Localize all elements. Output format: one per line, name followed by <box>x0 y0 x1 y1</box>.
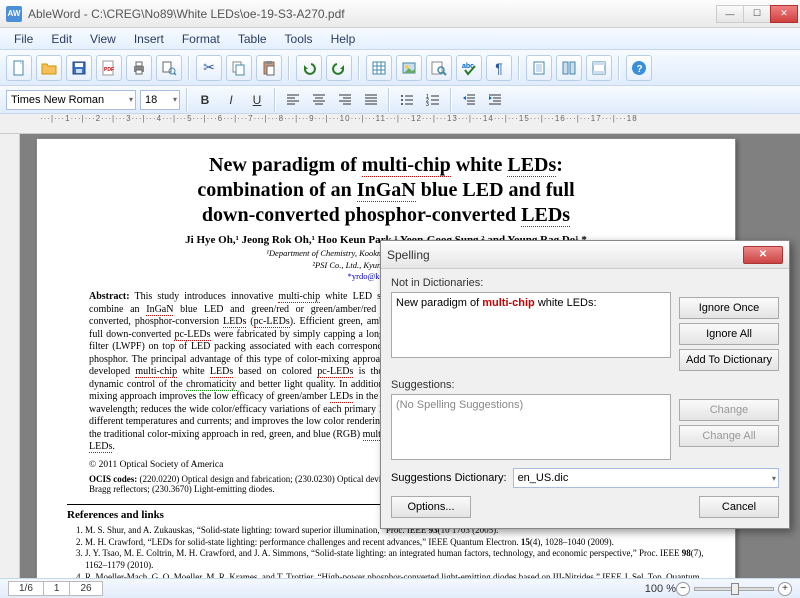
menu-edit[interactable]: Edit <box>43 29 80 49</box>
page-setup-icon[interactable] <box>526 55 552 81</box>
not-in-dict-label: Not in Dictionaries: <box>391 277 671 289</box>
font-size-combo[interactable]: 18 <box>140 90 180 110</box>
doc-ocis[interactable]: OCIS codes: (220.0220) Optical design an… <box>89 474 429 494</box>
standard-toolbar: PDF ✂ abc ¶ ? <box>0 50 800 86</box>
ignore-all-button[interactable]: Ignore All <box>679 323 779 345</box>
menu-tools[interactable]: Tools <box>277 29 321 49</box>
horizontal-ruler[interactable]: ···|···1···|···2···|···3···|···4···|···5… <box>0 114 800 134</box>
font-family-combo[interactable]: Times New Roman <box>6 90 136 110</box>
ignore-once-button[interactable]: Ignore Once <box>679 297 779 319</box>
find-icon[interactable] <box>426 55 452 81</box>
pdf-icon[interactable]: PDF <box>96 55 122 81</box>
sugg-dict-combo[interactable]: en_US.dic <box>513 468 779 488</box>
app-icon: AW <box>6 6 22 22</box>
ref-item[interactable]: M. H. Crawford, “LEDs for solid-state li… <box>85 537 705 549</box>
help-icon[interactable]: ? <box>626 55 652 81</box>
svg-text:3: 3 <box>426 102 429 107</box>
title-bar: AW AbleWord - C:\CREG\No89\White LEDs\oe… <box>0 0 800 28</box>
change-all-button: Change All <box>679 425 779 447</box>
ref-item[interactable]: J. Y. Tsao, M. E. Coltrin, M. H. Crawfor… <box>85 548 705 571</box>
paste-icon[interactable] <box>256 55 282 81</box>
sugg-dict-label: Suggestions Dictionary: <box>391 472 507 484</box>
menu-file[interactable]: File <box>6 29 41 49</box>
page-indicator[interactable]: 1/6 <box>8 581 44 596</box>
minimize-button[interactable]: — <box>716 5 744 23</box>
columns-icon[interactable] <box>556 55 582 81</box>
status-tab[interactable]: 1 <box>43 581 71 596</box>
align-center-button[interactable] <box>308 89 330 111</box>
underline-button[interactable]: U <box>246 89 268 111</box>
align-right-button[interactable] <box>334 89 356 111</box>
zoom-thumb[interactable] <box>731 583 739 595</box>
window-title: AbleWord - C:\CREG\No89\White LEDs\oe-19… <box>28 7 717 21</box>
spellcheck-icon[interactable]: abc <box>456 55 482 81</box>
cut-icon[interactable]: ✂ <box>196 55 222 81</box>
zoom-out-button[interactable]: − <box>676 582 690 596</box>
formatting-toolbar: Times New Roman 18 B I U 123 <box>0 86 800 114</box>
status-bar: 1/6 1 26 100 % − + <box>0 578 800 598</box>
outdent-button[interactable] <box>458 89 480 111</box>
italic-button[interactable]: I <box>220 89 242 111</box>
change-button: Change <box>679 399 779 421</box>
dialog-titlebar[interactable]: Spelling ✕ <box>381 241 789 269</box>
doc-abstract[interactable]: Abstract: This study introduces innovati… <box>89 291 429 454</box>
refs-list[interactable]: M. S. Shur, and A. Zukauskas, “Solid-sta… <box>67 525 705 578</box>
cancel-button[interactable]: Cancel <box>699 496 779 518</box>
dialog-close-button[interactable]: ✕ <box>743 246 783 264</box>
suggestions-box[interactable]: (No Spelling Suggestions) <box>391 394 671 460</box>
undo-icon[interactable] <box>296 55 322 81</box>
bullets-button[interactable] <box>396 89 418 111</box>
options-button[interactable]: Options... <box>391 496 471 518</box>
header-footer-icon[interactable] <box>586 55 612 81</box>
zoom-label: 100 % <box>645 583 676 595</box>
menu-view[interactable]: View <box>82 29 124 49</box>
insert-table-icon[interactable] <box>366 55 392 81</box>
svg-text:PDF: PDF <box>104 67 114 73</box>
redo-icon[interactable] <box>326 55 352 81</box>
paragraph-marks-icon[interactable]: ¶ <box>486 55 512 81</box>
align-left-button[interactable] <box>282 89 304 111</box>
spelling-dialog: Spelling ✕ Not in Dictionaries: New para… <box>380 240 790 529</box>
print-icon[interactable] <box>126 55 152 81</box>
save-icon[interactable] <box>66 55 92 81</box>
bold-button[interactable]: B <box>194 89 216 111</box>
menu-table[interactable]: Table <box>230 29 275 49</box>
copy-icon[interactable] <box>226 55 252 81</box>
suggestions-label: Suggestions: <box>391 379 671 391</box>
add-to-dictionary-button[interactable]: Add To Dictionary <box>679 349 779 371</box>
svg-text:?: ? <box>637 64 643 75</box>
menu-insert[interactable]: Insert <box>126 29 172 49</box>
indent-button[interactable] <box>484 89 506 111</box>
open-icon[interactable] <box>36 55 62 81</box>
insert-image-icon[interactable] <box>396 55 422 81</box>
menu-help[interactable]: Help <box>323 29 364 49</box>
not-in-dict-box[interactable]: New paradigm of multi-chip white LEDs: <box>391 292 671 358</box>
maximize-button[interactable]: ☐ <box>743 5 771 23</box>
align-justify-button[interactable] <box>360 89 382 111</box>
status-tab[interactable]: 26 <box>69 581 102 596</box>
close-button[interactable]: ✕ <box>770 5 798 23</box>
doc-title[interactable]: New paradigm of multi-chip white LEDs:co… <box>67 153 705 228</box>
zoom-in-button[interactable]: + <box>778 582 792 596</box>
menu-format[interactable]: Format <box>174 29 228 49</box>
dialog-title-text: Spelling <box>387 248 743 262</box>
print-preview-icon[interactable] <box>156 55 182 81</box>
numbering-button[interactable]: 123 <box>422 89 444 111</box>
vertical-ruler[interactable] <box>0 134 20 578</box>
menu-bar: File Edit View Insert Format Table Tools… <box>0 28 800 50</box>
new-icon[interactable] <box>6 55 32 81</box>
zoom-slider[interactable] <box>694 587 774 591</box>
